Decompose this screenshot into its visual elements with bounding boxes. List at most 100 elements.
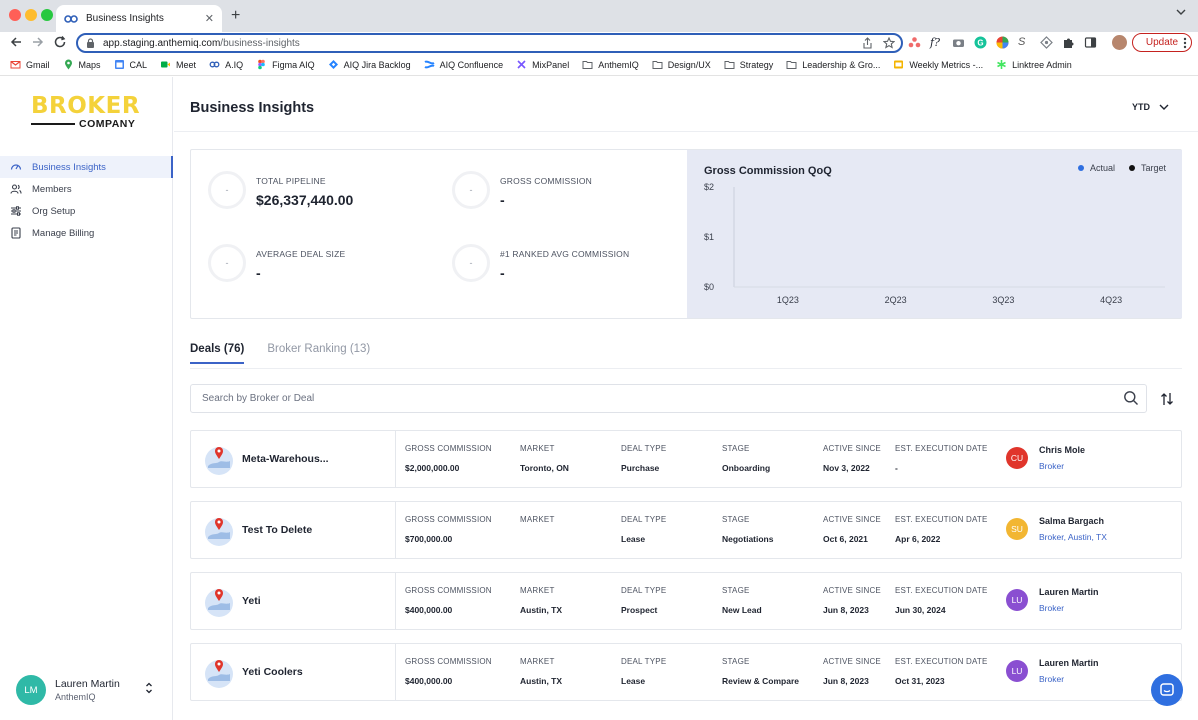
maximize-window-button[interactable] (41, 9, 53, 21)
tab-search-chevron-icon[interactable] (1176, 8, 1186, 16)
field-value: Onboarding (722, 463, 771, 473)
bookmark-label: Figma AIQ (272, 59, 315, 70)
field-label: MARKET (520, 657, 555, 666)
bookmark-figma[interactable]: Figma AIQ (256, 59, 315, 70)
stat-value: - (500, 265, 505, 281)
formula-extension-icon[interactable]: f? (930, 36, 943, 49)
chat-support-button[interactable] (1151, 674, 1183, 706)
bookmark-design-folder[interactable]: Design/UX (652, 59, 711, 70)
bookmark-aiq[interactable]: A.IQ (209, 59, 243, 70)
forward-arrow-icon[interactable] (31, 35, 45, 49)
reload-icon[interactable] (53, 35, 67, 49)
field-label: GROSS COMMISSION (405, 657, 492, 666)
tabs-divider (190, 368, 1182, 369)
folder-icon (652, 59, 663, 70)
back-arrow-icon[interactable] (9, 35, 23, 49)
owner-name: Lauren Martin (1039, 587, 1099, 597)
field-label: STAGE (722, 657, 750, 666)
field-value: $2,000,000.00 (405, 463, 460, 473)
deal-field-execution-date: EST. EXECUTION DATE Apr 6, 2022 (895, 515, 988, 544)
deal-row[interactable]: Yeti GROSS COMMISSION $400,000.00 MARKET Aus… (190, 572, 1182, 630)
y-tick-label: $2 (704, 182, 714, 192)
tab-count: (76) (223, 343, 245, 355)
field-value: Negotiations (722, 534, 774, 544)
sidebar-item-manage-billing[interactable]: Manage Billing (0, 222, 173, 244)
sort-arrows-icon[interactable] (1160, 391, 1174, 407)
asana-extension-icon[interactable] (908, 36, 921, 49)
share-icon[interactable] (862, 37, 873, 49)
field-label: DEAL TYPE (621, 515, 667, 524)
user-menu[interactable]: LM Lauren Martin AnthemIQ (16, 673, 161, 707)
bookmark-leadership-folder[interactable]: Leadership & Gro... (786, 59, 880, 70)
extensions-puzzle-icon[interactable] (1062, 36, 1075, 49)
stat-value: - (256, 265, 261, 281)
deal-row[interactable]: Test To Delete GROSS COMMISSION $700,000.0… (190, 501, 1182, 559)
svg-text:G: G (977, 38, 983, 47)
tab-deals[interactable]: Deals (76) (190, 343, 245, 364)
sidebar-item-business-insights[interactable]: Business Insights (0, 156, 173, 178)
bookmark-jira[interactable]: AIQ Jira Backlog (328, 59, 411, 70)
bookmark-anthemiq-folder[interactable]: AnthemIQ (582, 59, 639, 70)
address-bar[interactable]: app.staging.anthemiq.com/business-insigh… (76, 33, 903, 53)
new-tab-icon[interactable]: + (231, 7, 240, 25)
sidebar-item-org-setup[interactable]: Org Setup (0, 200, 173, 222)
deal-field-execution-date: EST. EXECUTION DATE Oct 31, 2023 (895, 657, 988, 686)
bookmark-gmail[interactable]: Gmail (10, 59, 50, 70)
camera-extension-icon[interactable] (952, 36, 965, 49)
field-value: Jun 8, 2023 (823, 676, 869, 686)
chrome-profile-avatar[interactable] (1112, 35, 1127, 50)
owner-avatar: SU (1006, 518, 1028, 540)
bookmark-label: A.IQ (225, 59, 244, 70)
search-box (190, 384, 1147, 413)
stat-label: AVERAGE DEAL SIZE (256, 249, 346, 259)
bookmark-confluence[interactable]: AIQ Confluence (424, 59, 504, 70)
bookmark-strategy-folder[interactable]: Strategy (724, 59, 773, 70)
bookmark-weekly-metrics[interactable]: Weekly Metrics -... (893, 59, 983, 70)
deal-field-market: MARKET Toronto, ON (520, 444, 569, 473)
bookmark-maps[interactable]: Maps (63, 59, 101, 70)
color-picker-extension-icon[interactable] (996, 36, 1009, 49)
deal-owner[interactable]: CU Chris Mole Broker (1006, 445, 1085, 471)
grammarly-extension-icon[interactable]: G (974, 36, 987, 49)
bookmark-label: CAL (129, 59, 148, 70)
members-icon (10, 184, 22, 194)
bookmark-label: Meet (176, 59, 197, 70)
side-panel-icon[interactable] (1084, 36, 1097, 49)
search-icon[interactable] (1123, 390, 1139, 406)
chrome-menu-icon[interactable] (1183, 37, 1187, 49)
deal-name-cell: Yeti Coolers (191, 644, 396, 700)
bookmark-cal[interactable]: CAL (114, 59, 148, 70)
diamond-extension-icon[interactable] (1040, 36, 1053, 49)
bookmark-star-icon[interactable] (883, 37, 895, 49)
deal-owner[interactable]: LU Lauren Martin Broker (1006, 658, 1099, 684)
chevron-up-down-icon[interactable] (145, 681, 153, 695)
broker-company-logo[interactable]: BROKER COMPANY (31, 94, 143, 130)
url-path: /business-insights (220, 37, 300, 49)
period-value: YTD (1132, 102, 1150, 112)
bookmark-mixpanel[interactable]: MixPanel (516, 59, 569, 70)
minimize-window-button[interactable] (25, 9, 37, 21)
field-value: $400,000.00 (405, 676, 453, 686)
sidebar-item-members[interactable]: Members (0, 178, 173, 200)
tab-label: Deals (190, 343, 221, 355)
close-tab-icon[interactable]: ✕ (205, 12, 214, 25)
confluence-icon (424, 59, 435, 70)
deal-owner[interactable]: SU Salma Bargach Broker, Austin, TX (1006, 516, 1107, 542)
deal-field-gross-commission: GROSS COMMISSION $400,000.00 (405, 657, 492, 686)
tab-broker-ranking[interactable]: Broker Ranking (13) (267, 343, 370, 364)
browser-tab[interactable]: Business Insights ✕ (56, 5, 222, 32)
bookmark-linktree[interactable]: Linktree Admin (996, 59, 1072, 70)
s-extension-icon[interactable]: S (1018, 36, 1031, 49)
deal-owner[interactable]: LU Lauren Martin Broker (1006, 587, 1099, 613)
search-input[interactable] (202, 393, 1102, 404)
stat-label: TOTAL PIPELINE (256, 176, 326, 186)
period-selector[interactable]: YTD (1132, 102, 1169, 112)
bookmark-meet[interactable]: Meet (160, 59, 196, 70)
bookmark-label: AIQ Confluence (439, 59, 504, 70)
close-window-button[interactable] (9, 9, 21, 21)
deal-field-execution-date: EST. EXECUTION DATE - (895, 444, 988, 473)
deal-row[interactable]: Yeti Coolers GROSS COMMISSION $400,000.00 M… (190, 643, 1182, 701)
page-title: Business Insights (190, 100, 315, 116)
deal-row[interactable]: Meta-Warehous... GROSS COMMISSION $2,000,0… (190, 430, 1182, 488)
deal-field-market: MARKET Austin, TX (520, 586, 562, 615)
